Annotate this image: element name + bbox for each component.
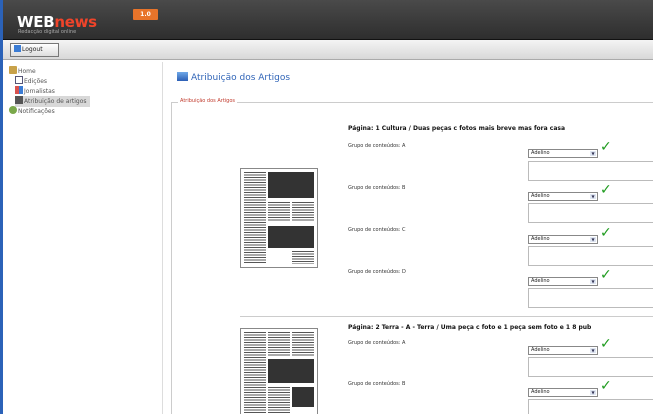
text-column xyxy=(244,332,266,414)
document-icon xyxy=(15,76,23,84)
select-value: Adelino xyxy=(531,278,550,284)
check-icon: ✓ xyxy=(600,225,612,241)
check-icon: ✓ xyxy=(600,182,612,198)
text-column xyxy=(268,387,290,414)
sidebar-item-label: Home xyxy=(18,68,36,75)
page-title-text: Atribuição dos Artigos xyxy=(191,73,291,83)
nav-tree: Home Edições Jornalistas Atribuição de a… xyxy=(3,62,162,116)
assignment-fieldset: Atribuição dos Artigos Página: 1 Cultura… xyxy=(171,98,653,414)
logout-label: Logout xyxy=(22,46,43,53)
logout-icon xyxy=(14,45,21,52)
app-tagline: Redacção digital online xyxy=(18,29,77,35)
app-window: WEBnews Redacção digital online 1.0 Logo… xyxy=(3,0,653,414)
page-divider xyxy=(240,316,653,317)
text-column xyxy=(268,202,290,222)
select-value: Adelino xyxy=(531,193,550,199)
journalist-select[interactable]: Adelino ▼ xyxy=(528,277,598,286)
photo xyxy=(268,172,314,198)
sidebar-item-jornalistas[interactable]: Jornalistas xyxy=(9,86,162,96)
journalist-select[interactable]: Adelino ▼ xyxy=(528,235,598,244)
photo xyxy=(292,387,314,407)
page-heading: Página: 1 Cultura / Duas peças c fotos m… xyxy=(348,125,566,132)
select-value: Adelino xyxy=(531,347,550,353)
content-group-label: Grupo de conteúdos: A xyxy=(348,143,406,149)
sidebar-item-edicoes[interactable]: Edições xyxy=(9,76,162,86)
content-group-label: Grupo de conteúdos: C xyxy=(348,227,406,233)
text-column xyxy=(292,332,314,356)
sidebar-item-notificacoes[interactable]: Notificações xyxy=(9,106,162,116)
sidebar: Home Edições Jornalistas Atribuição de a… xyxy=(3,62,163,414)
notes-textarea[interactable] xyxy=(528,161,653,181)
version-badge: 1.0 xyxy=(133,9,158,20)
sidebar-item-label: Notificações xyxy=(18,108,55,115)
sidebar-item-label: Atribuição de artigos xyxy=(24,98,87,105)
chevron-down-icon: ▼ xyxy=(590,237,596,242)
chevron-down-icon: ▼ xyxy=(590,348,596,353)
select-value: Adelino xyxy=(531,389,550,395)
select-value: Adelino xyxy=(531,150,550,156)
check-icon: ✓ xyxy=(600,139,612,155)
photo xyxy=(268,359,314,383)
sidebar-item-atribuicao[interactable]: Atribuição de artigos xyxy=(9,96,162,107)
content-group-label: Grupo de conteúdos: D xyxy=(348,269,406,275)
chevron-down-icon: ▼ xyxy=(590,151,596,156)
notes-textarea[interactable] xyxy=(528,399,653,414)
folder-icon xyxy=(177,72,188,81)
page-thumbnail xyxy=(240,168,318,268)
sidebar-item-label: Edições xyxy=(24,78,48,85)
journalist-select[interactable]: Adelino ▼ xyxy=(528,346,598,355)
sidebar-item-home[interactable]: Home xyxy=(9,66,162,76)
journalist-select[interactable]: Adelino ▼ xyxy=(528,388,598,397)
notification-icon xyxy=(9,106,17,114)
check-icon: ✓ xyxy=(600,336,612,352)
logout-button[interactable]: Logout xyxy=(10,43,59,57)
page-thumbnail xyxy=(240,328,318,414)
content-group-label: Grupo de conteúdos: B xyxy=(348,381,406,387)
chevron-down-icon: ▼ xyxy=(590,279,596,284)
notes-textarea[interactable] xyxy=(528,246,653,266)
notes-textarea[interactable] xyxy=(528,288,653,308)
chevron-down-icon: ▼ xyxy=(590,194,596,199)
notes-textarea[interactable] xyxy=(528,357,653,377)
desktop-frame: WEBnews Redacção digital online 1.0 Logo… xyxy=(0,0,653,414)
text-column xyxy=(268,332,290,356)
toolbar: Logout xyxy=(3,40,653,60)
photo xyxy=(268,226,314,248)
page-heading: Página: 2 Terra - A - Terra / Uma peça c… xyxy=(348,324,592,331)
fieldset-legend: Atribuição dos Artigos xyxy=(178,98,238,104)
check-icon: ✓ xyxy=(600,267,612,283)
content-group-label: Grupo de conteúdos: A xyxy=(348,340,406,346)
text-column xyxy=(292,202,314,222)
users-icon xyxy=(15,86,23,94)
page-title: Atribuição dos Artigos xyxy=(177,72,290,83)
main-content: Atribuição dos Artigos Atribuição dos Ar… xyxy=(163,62,653,414)
sidebar-item-label: Jornalistas xyxy=(24,88,55,95)
assign-icon xyxy=(15,96,23,104)
notes-textarea[interactable] xyxy=(528,203,653,223)
text-column xyxy=(292,251,314,264)
journalist-select[interactable]: Adelino ▼ xyxy=(528,149,598,158)
text-column xyxy=(244,172,266,264)
home-icon xyxy=(9,66,17,74)
check-icon: ✓ xyxy=(600,378,612,394)
chevron-down-icon: ▼ xyxy=(590,390,596,395)
content-group-label: Grupo de conteúdos: B xyxy=(348,185,406,191)
select-value: Adelino xyxy=(531,236,550,242)
journalist-select[interactable]: Adelino ▼ xyxy=(528,192,598,201)
app-header: WEBnews Redacção digital online 1.0 xyxy=(3,0,653,40)
